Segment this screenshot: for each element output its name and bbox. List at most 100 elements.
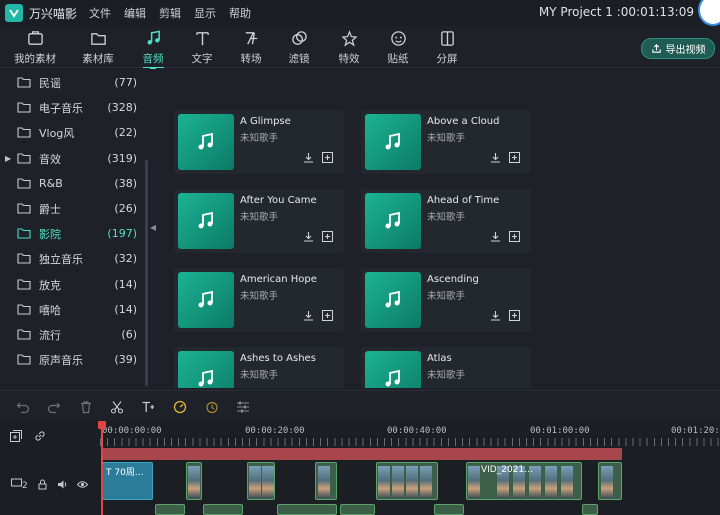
category-count: (39) bbox=[114, 353, 137, 366]
add-icon[interactable] bbox=[509, 310, 520, 321]
video-clip[interactable] bbox=[598, 462, 622, 500]
link-icon[interactable] bbox=[34, 430, 46, 442]
adjust-sliders-icon[interactable] bbox=[236, 399, 250, 413]
tab-split-screen[interactable]: 分屏 bbox=[419, 28, 475, 66]
video-clip[interactable] bbox=[376, 462, 438, 500]
sidebar-item-jazz[interactable]: 爵士 (26) bbox=[0, 196, 146, 221]
audio-card[interactable]: Above a Cloud 未知歌手 bbox=[361, 110, 531, 174]
title-bar: 万兴喵影 文件 编辑 剪辑 显示 帮助 MY Project 1 :00:01:… bbox=[0, 0, 720, 26]
menu-view[interactable]: 显示 bbox=[194, 5, 216, 21]
export-video-button[interactable]: 导出视频 bbox=[641, 38, 715, 59]
download-icon[interactable] bbox=[490, 152, 501, 163]
folder-icon bbox=[17, 253, 31, 264]
menu-edit[interactable]: 编辑 bbox=[124, 5, 146, 21]
sidebar-item-acoustic[interactable]: 原声音乐 (39) bbox=[0, 347, 146, 372]
add-icon[interactable] bbox=[322, 231, 333, 242]
playhead-handle[interactable] bbox=[98, 421, 106, 429]
sidebar-item-rnb[interactable]: R&B (38) bbox=[0, 171, 146, 196]
add-track-icon[interactable] bbox=[10, 430, 22, 442]
folder-icon bbox=[17, 329, 31, 340]
timer-icon[interactable] bbox=[205, 399, 219, 414]
sidebar-item-folk[interactable]: 民谣 (77) bbox=[0, 70, 146, 95]
add-icon[interactable] bbox=[322, 152, 333, 163]
audio-card[interactable]: A Glimpse 未知歌手 bbox=[174, 110, 344, 174]
sidebar-item-vlog[interactable]: Vlog风 (22) bbox=[0, 120, 146, 145]
category-label: Vlog风 bbox=[39, 126, 75, 140]
sidebar-item-cinema[interactable]: 影院 (197) bbox=[0, 221, 146, 246]
audio-card[interactable]: After You Came 未知歌手 bbox=[174, 189, 344, 253]
download-icon[interactable] bbox=[303, 152, 314, 163]
sidebar-scrollbar[interactable] bbox=[145, 160, 148, 386]
sidebar-item-pop[interactable]: 流行 (6) bbox=[0, 322, 146, 347]
menu-clip[interactable]: 剪辑 bbox=[159, 5, 181, 21]
video-clip[interactable] bbox=[186, 462, 202, 500]
app-name: 万兴喵影 bbox=[29, 6, 78, 21]
category-count: (197) bbox=[107, 227, 137, 240]
playhead[interactable] bbox=[101, 423, 103, 515]
download-icon[interactable] bbox=[303, 231, 314, 242]
category-sidebar: 民谣 (77) 电子音乐 (328) Vlog风 (22) ▶ 音效 (319) R&B (… bbox=[0, 68, 150, 388]
video-clip[interactable] bbox=[203, 504, 243, 515]
tab-library[interactable]: 素材库 bbox=[70, 28, 126, 66]
speed-icon[interactable] bbox=[173, 399, 187, 414]
sidebar-item-hiphop[interactable]: 嘻哈 (14) bbox=[0, 297, 146, 322]
cut-scissors-icon[interactable] bbox=[110, 399, 124, 414]
tab-filter[interactable]: 滤镜 bbox=[271, 28, 327, 66]
tab-audio[interactable]: 音频 bbox=[125, 28, 181, 69]
tab-sticker[interactable]: 贴纸 bbox=[370, 28, 426, 66]
audio-card[interactable]: Ahead of Time 未知歌手 bbox=[361, 189, 531, 253]
menu-file[interactable]: 文件 bbox=[89, 5, 111, 21]
split-screen-icon bbox=[419, 28, 475, 48]
add-icon[interactable] bbox=[322, 310, 333, 321]
music-note-icon bbox=[178, 272, 234, 328]
audio-card[interactable]: Atlas 未知歌手 bbox=[361, 347, 531, 388]
sidebar-item-sound-effects[interactable]: ▶ 音效 (319) bbox=[0, 146, 146, 171]
category-label: 放克 bbox=[39, 278, 61, 292]
video-clip[interactable] bbox=[340, 504, 375, 515]
category-count: (6) bbox=[121, 328, 137, 341]
video-clip[interactable] bbox=[247, 462, 275, 500]
expand-arrow-icon[interactable]: ▶ bbox=[5, 154, 15, 163]
add-icon[interactable] bbox=[509, 231, 520, 242]
sidebar-item-electronic[interactable]: 电子音乐 (328) bbox=[0, 95, 146, 120]
tab-effects[interactable]: 特效 bbox=[321, 28, 377, 66]
lock-icon[interactable] bbox=[37, 479, 48, 490]
download-icon[interactable] bbox=[303, 310, 314, 321]
sidebar-item-funk[interactable]: 放克 (14) bbox=[0, 272, 146, 297]
tab-label: 贴纸 bbox=[387, 53, 409, 65]
timecode-label: 00:01:20:00 bbox=[671, 426, 720, 436]
video-clip[interactable] bbox=[155, 504, 185, 515]
visibility-eye-icon[interactable] bbox=[76, 479, 88, 490]
folder-icon bbox=[17, 77, 31, 88]
track-title: Ashes to Ashes bbox=[240, 353, 316, 364]
sidebar-item-indie[interactable]: 独立音乐 (32) bbox=[0, 246, 146, 271]
category-count: (77) bbox=[114, 76, 137, 89]
account-avatar[interactable] bbox=[698, 0, 720, 26]
audio-card[interactable]: American Hope 未知歌手 bbox=[174, 268, 344, 332]
volume-icon[interactable] bbox=[57, 479, 68, 490]
text-edit-icon[interactable] bbox=[141, 399, 155, 413]
audio-card[interactable]: Ascending 未知歌手 bbox=[361, 268, 531, 332]
video-clip[interactable] bbox=[277, 504, 337, 515]
text-t-icon bbox=[174, 28, 230, 48]
download-icon[interactable] bbox=[490, 231, 501, 242]
audio-card[interactable]: Ashes to Ashes 未知歌手 bbox=[174, 347, 344, 388]
download-icon[interactable] bbox=[490, 310, 501, 321]
video-track-icon bbox=[11, 478, 22, 487]
tab-my-media[interactable]: 我的素材 bbox=[7, 28, 63, 66]
video-clip[interactable] bbox=[582, 504, 598, 515]
video-clip[interactable] bbox=[315, 462, 337, 500]
video-clip[interactable] bbox=[434, 504, 464, 515]
undo-icon[interactable] bbox=[16, 399, 30, 414]
menu-help[interactable]: 帮助 bbox=[229, 5, 251, 21]
title-clip[interactable]: T 70周… bbox=[102, 462, 153, 500]
video-clip[interactable]: VID_2021… bbox=[466, 462, 582, 500]
redo-icon[interactable] bbox=[47, 399, 61, 414]
delete-icon[interactable] bbox=[79, 399, 93, 414]
tab-text[interactable]: 文字 bbox=[174, 28, 230, 66]
music-note-icon bbox=[365, 272, 421, 328]
time-ruler[interactable]: 00:00:00:00 00:00:20:00 00:00:40:00 00:0… bbox=[100, 420, 720, 446]
add-icon[interactable] bbox=[509, 152, 520, 163]
tab-label: 文字 bbox=[191, 53, 213, 65]
track-artist: 未知歌手 bbox=[427, 370, 466, 381]
